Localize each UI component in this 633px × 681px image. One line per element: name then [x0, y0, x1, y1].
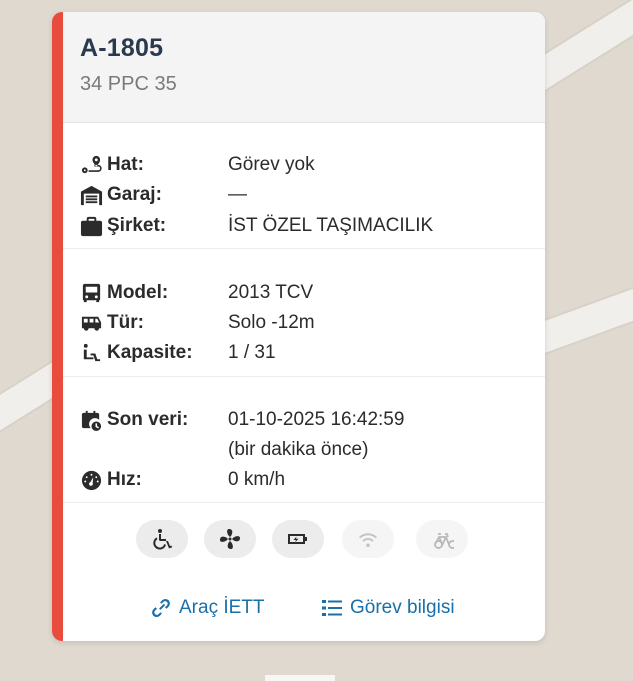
gorev-bilgisi-label: Görev bilgisi — [350, 597, 455, 618]
hiz-value: 0 km/h — [228, 469, 286, 490]
sonveri-label: Son veri: — [107, 409, 189, 430]
hat-row: Hat: Görev yok — [80, 152, 545, 178]
vehicle-code: A-1805 — [80, 34, 164, 62]
kapasite-label: Kapasite: — [107, 342, 193, 363]
hat-label: Hat: — [107, 154, 144, 175]
card-links: Araç İETT Görev bilgisi — [52, 593, 545, 623]
arac-iett-label: Araç İETT — [179, 597, 265, 618]
bus-icon — [82, 283, 101, 302]
vehicle-section: Model: 2013 TCV Tür: Solo -12m Kapasite:… — [63, 249, 545, 377]
garaj-value: — — [228, 184, 247, 205]
garaj-label: Garaj: — [107, 184, 162, 205]
tur-value: Solo -12m — [228, 312, 315, 333]
model-label: Model: — [107, 282, 169, 303]
hat-value: Görev yok — [228, 154, 315, 175]
usb-charger-icon — [288, 534, 307, 544]
hiz-label: Hız: — [107, 469, 142, 490]
assignment-section: Hat: Görev yok Garaj: — Şirket: İST ÖZEL… — [63, 123, 545, 249]
kapasite-value: 1 / 31 — [228, 342, 276, 363]
feature-badges — [52, 520, 545, 560]
route-icon — [81, 155, 102, 173]
wifi-icon — [359, 533, 377, 548]
vehicle-plate: 34 PPC 35 — [80, 73, 177, 95]
sirket-row: Şirket: İST ÖZEL TAŞIMACILIK — [80, 213, 545, 239]
bicycle-badge — [416, 520, 468, 558]
sonveri-value: 01-10-2025 16:42:59 — [228, 409, 405, 430]
list-icon — [322, 600, 342, 616]
calendar-clock-icon — [81, 410, 102, 431]
hiz-row: Hız: 0 km/h — [80, 467, 545, 493]
seat-icon — [83, 343, 101, 361]
sonveri-row: Son veri: 01-10-2025 16:42:59 (bir dakik… — [80, 407, 545, 460]
usb-charger-badge — [272, 520, 324, 558]
garage-icon — [80, 185, 103, 205]
garaj-row: Garaj: — — [80, 182, 545, 208]
gorev-bilgisi-link[interactable]: Görev bilgisi — [320, 593, 455, 623]
sirket-label: Şirket: — [107, 215, 167, 236]
tur-row: Tür: Solo -12m — [80, 310, 545, 336]
model-value: 2013 TCV — [228, 282, 314, 303]
kapasite-row: Kapasite: 1 / 31 — [80, 340, 545, 366]
air-conditioning-icon — [220, 529, 240, 549]
model-row: Model: 2013 TCV — [80, 280, 545, 306]
wheelchair-icon — [153, 529, 173, 550]
tur-label: Tür: — [107, 312, 144, 333]
arac-iett-link[interactable]: Araç İETT — [149, 593, 265, 623]
bicycle-icon — [434, 533, 454, 549]
wifi-badge — [342, 520, 394, 558]
vehicle-popup-card: A-1805 34 PPC 35 Hat: Görev yok Garaj: —… — [52, 12, 545, 641]
sirket-value: İST ÖZEL TAŞIMACILIK — [228, 215, 434, 236]
card-header: A-1805 34 PPC 35 — [63, 12, 545, 123]
sonveri-relative: (bir dakika önce) — [228, 439, 369, 460]
link-icon — [152, 598, 170, 618]
speedometer-icon — [81, 470, 102, 490]
air-conditioning-badge — [204, 520, 256, 558]
telemetry-section: Son veri: 01-10-2025 16:42:59 (bir dakik… — [63, 377, 545, 503]
wheelchair-badge — [136, 520, 188, 558]
bus-side-icon — [81, 316, 102, 331]
map-road — [265, 675, 335, 681]
briefcase-icon — [80, 216, 103, 236]
